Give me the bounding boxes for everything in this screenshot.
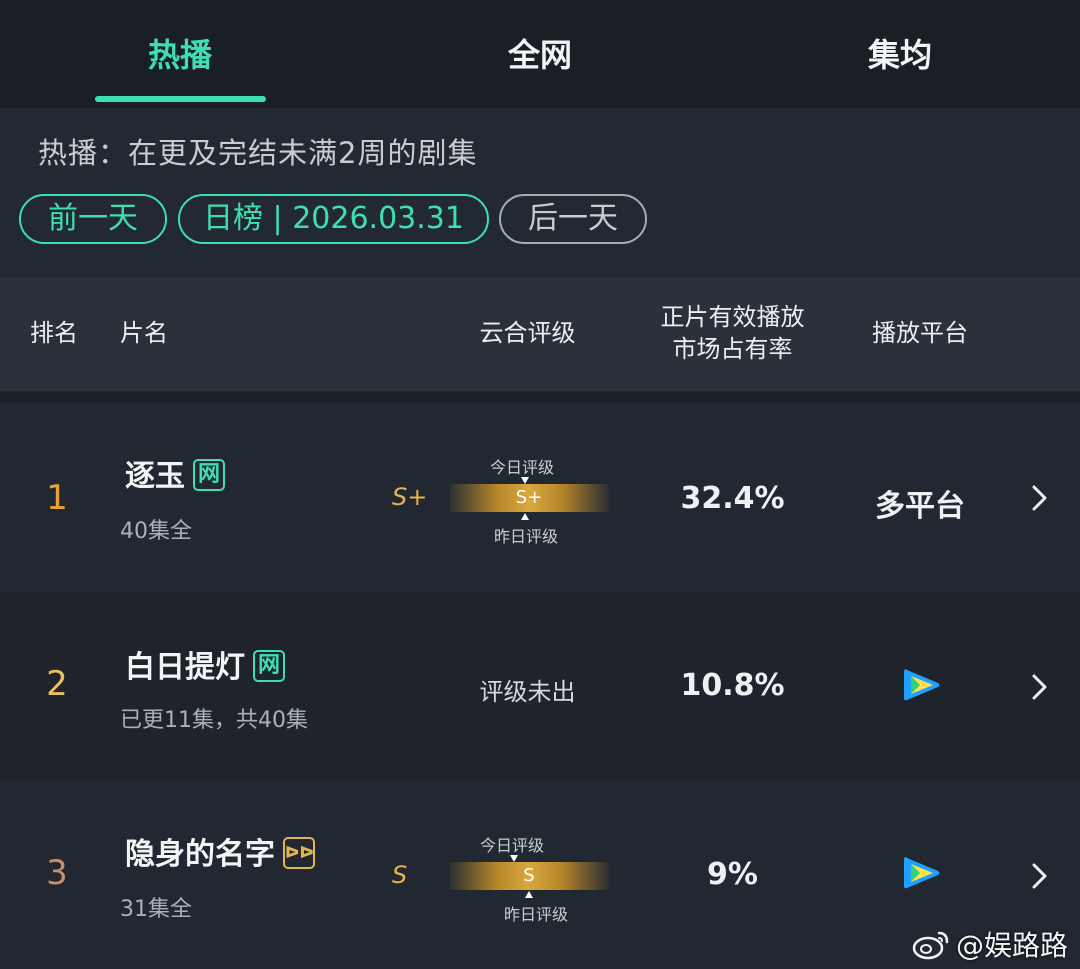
grade-pending-text: 评级未出 xyxy=(479,678,576,706)
episode-info: 已更11集，共40集 xyxy=(120,708,308,733)
header-rank: 排名 xyxy=(30,319,78,347)
drama-title-text: 隐身的名字 xyxy=(125,837,275,872)
episode-info: 40集全 xyxy=(120,519,192,544)
market-share: 32.4% xyxy=(680,481,785,516)
platform-badge: ᐅᐅ xyxy=(283,836,315,869)
table-row[interactable]: 1 逐玉网 40集全 S+ 今日评级 S+ 昨日评级 32.4% 多平台 xyxy=(0,403,1080,592)
drama-title: 逐玉网 xyxy=(125,451,225,495)
active-tab-indicator xyxy=(95,96,266,102)
today-grade-label: 今日评级 xyxy=(480,836,545,855)
grade-bar: S+ xyxy=(449,484,609,512)
grade-bar-value: S+ xyxy=(515,487,543,508)
chart-description: 热播：在更及完结未满2周的剧集 xyxy=(38,136,478,170)
today-grade-marker xyxy=(521,477,529,484)
header-rating: 云合评级 xyxy=(479,319,576,347)
header-platform: 播放平台 xyxy=(872,319,968,347)
drama-title: 隐身的名字 ᐅᐅ xyxy=(125,829,315,873)
today-grade-marker xyxy=(510,855,518,862)
grade-label: S+ xyxy=(392,483,428,511)
grade-bar-value: S xyxy=(523,865,535,886)
yesterday-grade-marker xyxy=(521,513,529,520)
drama-title-text: 白日提灯 xyxy=(125,650,245,685)
drama-title-text: 逐玉 xyxy=(125,459,185,494)
next-day-button[interactable]: 后一天 xyxy=(499,194,647,244)
rank-number: 1 xyxy=(46,478,68,518)
header-share-line1: 正片有效播放 xyxy=(660,303,805,331)
prev-day-button[interactable]: 前一天 xyxy=(19,194,167,244)
drama-title: 白日提灯网 xyxy=(125,642,285,686)
chevron-right-icon[interactable] xyxy=(1031,485,1049,511)
yesterday-grade-marker xyxy=(525,891,533,898)
tab-all-network[interactable]: 全网 xyxy=(440,30,640,76)
header-share-line2: 市场占有率 xyxy=(672,335,793,363)
episode-info: 31集全 xyxy=(120,897,192,922)
tab-episode-average[interactable]: 集均 xyxy=(800,30,1000,76)
weibo-icon xyxy=(912,931,949,960)
watermark-text: @娱路路 xyxy=(955,929,1068,962)
tab-hot[interactable]: 热播 xyxy=(80,30,280,76)
chevron-right-icon[interactable] xyxy=(1031,674,1049,700)
chevron-right-icon[interactable] xyxy=(1031,863,1049,889)
tencent-video-icon xyxy=(904,857,940,889)
network-badge: 网 xyxy=(193,458,225,491)
date-selector[interactable]: 日榜 | 2026.03.31 xyxy=(178,194,489,244)
rank-number: 2 xyxy=(46,664,68,704)
network-badge: 网 xyxy=(253,649,285,682)
platform-text: 多平台 xyxy=(875,489,965,524)
grade-label: S xyxy=(392,861,408,889)
table-header: 排名 片名 云合评级 正片有效播放 市场占有率 播放平台 xyxy=(0,278,1080,392)
today-grade-label: 今日评级 xyxy=(490,458,555,477)
rank-number: 3 xyxy=(46,853,68,893)
tencent-video-icon xyxy=(904,669,940,701)
table-row[interactable]: 2 白日提灯网 已更11集，共40集 评级未出 10.8% xyxy=(0,592,1080,781)
yesterday-grade-label: 昨日评级 xyxy=(494,527,559,546)
market-share: 10.8% xyxy=(680,668,785,703)
weibo-watermark: @娱路路 xyxy=(912,924,1068,964)
market-share: 9% xyxy=(707,857,758,892)
yesterday-grade-label: 昨日评级 xyxy=(504,905,569,924)
header-title: 片名 xyxy=(120,319,168,347)
grade-bar: S xyxy=(449,862,609,890)
tab-bar: 热播 全网 集均 xyxy=(0,0,1080,108)
